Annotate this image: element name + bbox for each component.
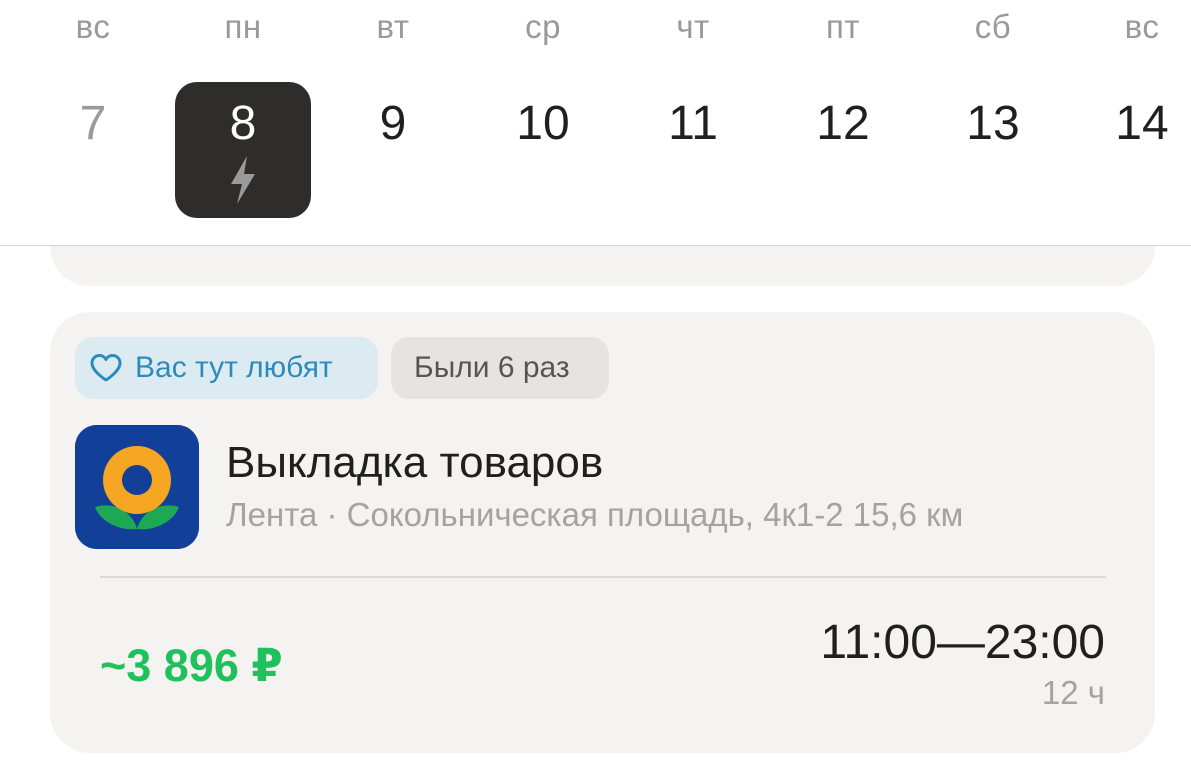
weekday-label: ср — [525, 8, 561, 45]
shift-duration: 12 ч — [1041, 674, 1105, 711]
heart-outline-icon — [90, 354, 122, 382]
visits-badge-label: Были 6 раз — [414, 351, 570, 384]
lenta-sunflower-logo — [75, 425, 199, 549]
day-mon-8[interactable]: пн 8 — [173, 0, 313, 245]
date-number: 12 — [816, 97, 870, 150]
day-wed-10[interactable]: ср 10 — [473, 0, 613, 245]
shift-time: 11:00—23:00 — [820, 616, 1105, 669]
day-sun-7[interactable]: вс 7 — [23, 0, 163, 245]
loved-badge-label: Вас тут любят — [135, 351, 333, 384]
loved-badge[interactable]: Вас тут любят — [75, 337, 378, 399]
weekday-label: вс — [75, 8, 111, 45]
weekday-label: вт — [376, 8, 410, 45]
date-number: 8 — [229, 97, 257, 150]
job-title: Выкладка товаров — [226, 438, 604, 487]
divider — [100, 576, 1106, 578]
lightning-bolt-icon — [231, 156, 255, 204]
job-location: Лента · Сокольническая площадь, 4к1-2 15… — [226, 496, 964, 533]
date-number: 14 — [1115, 97, 1169, 150]
visits-badge: Были 6 раз — [391, 337, 609, 399]
job-card[interactable]: Вас тут любят Были 6 раз Выкладка товаро… — [50, 312, 1155, 753]
job-price: ~3 896 ₽ — [100, 640, 283, 691]
date-number: 9 — [379, 97, 407, 150]
day-thu-11[interactable]: чт 11 — [623, 0, 763, 245]
date-number: 7 — [79, 97, 107, 150]
weekday-label: пн — [224, 8, 262, 45]
date-strip: вс 7 пн 8 вт 9 ср 10 чт 11 пт 12 сб 13 в… — [0, 0, 1191, 246]
date-number: 10 — [516, 97, 570, 150]
weekday-label: сб — [974, 8, 1012, 45]
date-number: 11 — [668, 97, 718, 150]
date-number: 13 — [966, 97, 1020, 150]
weekday-label: пт — [826, 8, 860, 45]
day-fri-12[interactable]: пт 12 — [773, 0, 913, 245]
weekday-label: чт — [676, 8, 710, 45]
weekday-label: вс — [1124, 8, 1160, 45]
day-tue-9[interactable]: вт 9 — [323, 0, 463, 245]
day-sun-14[interactable]: вс 14 — [1072, 0, 1191, 245]
day-sat-13[interactable]: сб 13 — [923, 0, 1063, 245]
